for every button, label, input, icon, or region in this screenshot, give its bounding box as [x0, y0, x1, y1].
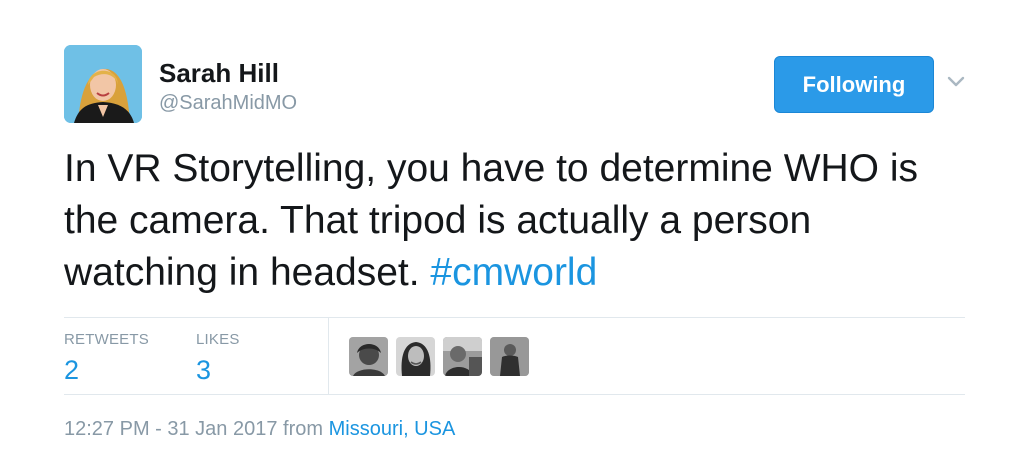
footer-divider: [64, 394, 965, 395]
likes-label: LIKES: [196, 331, 240, 348]
likes-count[interactable]: 3: [196, 355, 240, 386]
hashtag-link[interactable]: #cmworld: [430, 251, 597, 294]
retweets-stat[interactable]: RETWEETS 2: [64, 331, 149, 386]
tweet-footer: 12:27 PM - 31 Jan 2017 from Missouri, US…: [64, 418, 455, 441]
liker-avatar-3[interactable]: [443, 337, 482, 376]
following-button[interactable]: Following: [774, 56, 934, 113]
likes-stat[interactable]: LIKES 3: [196, 331, 240, 386]
tweet-text: In VR Storytelling, you have to determin…: [64, 143, 984, 299]
liker-avatar-1[interactable]: [349, 337, 388, 376]
stats-top-divider: [64, 317, 965, 318]
location-link[interactable]: Missouri, USA: [329, 418, 456, 440]
tweet-timestamp[interactable]: 12:27 PM - 31 Jan 2017: [64, 418, 277, 440]
author-avatar[interactable]: [64, 45, 142, 123]
liker-avatars: [349, 337, 529, 376]
chevron-down-icon[interactable]: [946, 74, 966, 90]
retweets-label: RETWEETS: [64, 331, 149, 348]
author-name[interactable]: Sarah Hill: [159, 58, 279, 89]
from-text: from: [277, 418, 329, 440]
profile-photo-icon: [64, 45, 142, 123]
stats-separator: [328, 318, 329, 395]
liker-avatar-4[interactable]: [490, 337, 529, 376]
author-handle[interactable]: @SarahMidMO: [159, 92, 297, 115]
liker-avatar-2[interactable]: [396, 337, 435, 376]
retweets-count[interactable]: 2: [64, 355, 149, 386]
